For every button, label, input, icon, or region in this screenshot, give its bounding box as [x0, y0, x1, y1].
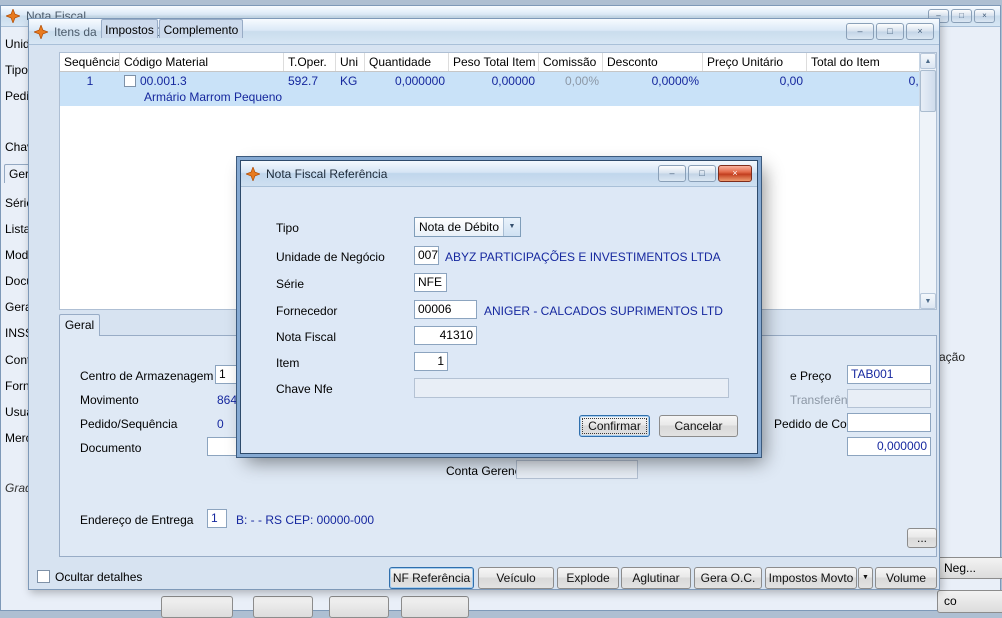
nota-fiscal-input[interactable]: 41310	[414, 326, 477, 345]
serie-input[interactable]: NFE	[414, 273, 447, 292]
app-icon	[5, 8, 21, 24]
tipo-label: Tipo	[276, 221, 299, 235]
cell-uni: KG	[340, 74, 358, 88]
app-icon	[245, 165, 261, 182]
tipo-select[interactable]: Nota de Débito ▼	[414, 217, 521, 237]
explode-button[interactable]: Explode	[557, 567, 619, 589]
cell-sequencia: 1	[86, 74, 94, 88]
close-icon[interactable]: ×	[906, 23, 934, 40]
cell-desconto: 0,0000%	[651, 74, 699, 88]
ellipsis-button[interactable]: ...	[907, 528, 937, 548]
maximize-icon[interactable]: □	[876, 23, 904, 40]
dialog-titlebar: Nota Fiscal Referência – □ ×	[241, 161, 757, 187]
fornecedor-input[interactable]: 00006	[414, 300, 477, 319]
minimize-icon[interactable]: –	[846, 23, 874, 40]
column-header[interactable]: Sequência	[60, 53, 120, 71]
codigo-value: 00.001.3	[140, 74, 187, 88]
nota-fiscal-label: Nota Fiscal	[276, 330, 337, 344]
unidade-negocio-name: ABYZ PARTICIPAÇÕES E INVESTIMENTOS LTDA	[445, 250, 721, 264]
scroll-down-icon[interactable]: ▼	[920, 293, 936, 309]
cell-total-item: 0,00	[807, 72, 936, 106]
pedido-sequencia-value: 0	[217, 417, 224, 431]
table-header-row: Sequência Código Material T.Oper. Uni Qu…	[60, 53, 936, 72]
table-row[interactable]: 1 00.001.3 Armário Marrom Pequeno 592.7 …	[60, 72, 936, 106]
endereco-entrega-label: Endereço de Entrega	[80, 513, 194, 527]
centro-armazenagem-input[interactable]: 1	[215, 365, 241, 384]
tabela-preco-input[interactable]: TAB001	[847, 365, 931, 384]
button-fragment-co[interactable]: co	[937, 590, 1002, 613]
button-fragment-neg[interactable]: Neg...	[937, 557, 1002, 579]
cell-quantidade: 0,000000	[394, 74, 445, 88]
minimize-icon[interactable]: –	[658, 165, 686, 182]
close-icon[interactable]: ×	[718, 165, 752, 182]
endereco-text: B: - - RS CEP: 00000-000	[236, 513, 375, 527]
column-header[interactable]: T.Oper.	[284, 53, 336, 71]
cut-button-fragment[interactable]	[401, 596, 469, 618]
fornecedor-name: ANIGER - CALCADOS SUPRIMENTOS LTD	[484, 304, 723, 318]
dialog-title: Nota Fiscal Referência	[266, 166, 388, 181]
scrollbar-thumb[interactable]	[920, 70, 936, 112]
ocultar-detalhes-checkbox[interactable]	[37, 570, 50, 583]
cell-peso-total: 0,00000	[491, 74, 535, 88]
label-fragment-acao: ação	[939, 350, 966, 364]
tab-impostos[interactable]: Impostos	[101, 19, 158, 38]
item-label: Item	[276, 356, 300, 370]
cell-toper: 592.7	[288, 74, 319, 88]
fornecedor-label: Fornecedor	[276, 304, 338, 318]
column-header[interactable]: Uni	[336, 53, 365, 71]
column-header[interactable]: Quantidade	[365, 53, 449, 71]
serie-label: Série	[276, 277, 305, 291]
app-icon	[33, 23, 49, 40]
transferencia-input[interactable]	[847, 389, 931, 408]
tabela-preco-label: e Preço	[790, 369, 832, 383]
item-input[interactable]: 1	[414, 352, 448, 371]
vertical-scrollbar[interactable]: ▲ ▼	[919, 53, 936, 309]
pedido-compra-input[interactable]	[847, 413, 931, 432]
gera-oc-button[interactable]: Gera O.C.	[694, 567, 762, 589]
maximize-icon[interactable]: □	[688, 165, 716, 182]
tipo-select-value: Nota de Débito	[419, 220, 500, 234]
confirmar-button[interactable]: Confirmar	[579, 415, 650, 437]
conta-gerencial-input[interactable]	[516, 460, 638, 479]
row-checkbox[interactable]	[124, 75, 136, 87]
unidade-negocio-label: Unidade de Negócio	[276, 250, 385, 264]
column-header[interactable]: Total do Item	[807, 53, 936, 71]
descricao-value: Armário Marrom Pequeno	[144, 90, 283, 104]
endereco-num-input[interactable]: 1	[207, 509, 227, 528]
quantidade-input[interactable]: 0,000000	[847, 437, 931, 456]
cut-button-fragment[interactable]	[161, 596, 233, 618]
tab-complemento[interactable]: Complemento	[159, 19, 243, 38]
column-header[interactable]: Desconto	[603, 53, 703, 71]
aglutinar-button[interactable]: Aglutinar	[621, 567, 691, 589]
unidade-negocio-input[interactable]: 007	[414, 246, 439, 265]
veiculo-button[interactable]: Veículo	[478, 567, 554, 589]
impostos-movto-dropdown-icon[interactable]: ▼	[858, 567, 873, 589]
close-icon[interactable]: ×	[974, 9, 995, 23]
cancelar-button[interactable]: Cancelar	[659, 415, 738, 437]
combo-arrow-icon[interactable]: ▼	[503, 218, 520, 236]
scroll-up-icon[interactable]: ▲	[920, 53, 936, 69]
column-header[interactable]: Código Material	[120, 53, 284, 71]
chave-nfe-label: Chave Nfe	[276, 382, 333, 396]
ocultar-detalhes-label: Ocultar detalhes	[55, 570, 143, 584]
nota-fiscal-referencia-dialog: Nota Fiscal Referência – □ × Tipo Nota d…	[240, 160, 758, 454]
chave-nfe-input[interactable]	[414, 378, 729, 398]
documento-label: Documento	[80, 441, 142, 455]
maximize-icon[interactable]: □	[951, 9, 972, 23]
column-header[interactable]: Peso Total Item	[449, 53, 539, 71]
volume-button[interactable]: Volume	[875, 567, 937, 589]
movimento-label: Movimento	[80, 393, 139, 407]
cell-codigo-material: 00.001.3 Armário Marrom Pequeno	[120, 72, 284, 106]
cell-preco-unitario: 0,00	[779, 74, 803, 88]
pedido-sequencia-label: Pedido/Sequência	[80, 417, 178, 431]
centro-armazenagem-label: Centro de Armazenagem	[80, 369, 214, 383]
cut-button-fragment[interactable]	[329, 596, 389, 618]
nf-referencia-button[interactable]: NF Referência	[389, 567, 474, 589]
column-header[interactable]: Comissão	[539, 53, 603, 71]
cut-button-fragment[interactable]	[253, 596, 313, 618]
column-header[interactable]: Preço Unitário	[703, 53, 807, 71]
impostos-movto-button[interactable]: Impostos Movto	[765, 567, 857, 589]
cell-comissao: 0,00%	[564, 74, 599, 88]
tab-geral[interactable]: Geral	[59, 314, 100, 336]
